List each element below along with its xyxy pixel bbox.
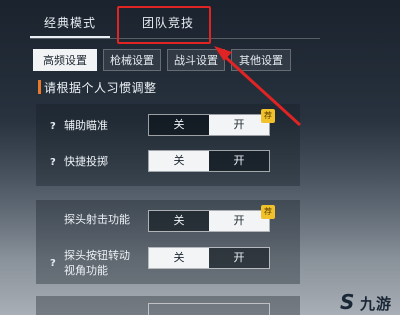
help-icon[interactable]: ? [50, 121, 56, 132]
setting-label-peek-rotate-line2: 视角功能 [64, 264, 108, 277]
recommended-badge: 荐 [261, 205, 275, 219]
tab-high-frequency[interactable]: 高频设置 [33, 49, 97, 71]
toggle-on-option[interactable]: 开 [209, 115, 269, 135]
peek-rotate-toggle[interactable]: 关 开 [148, 247, 270, 269]
toggle-off-option[interactable]: 关 [149, 151, 209, 171]
aim-assist-toggle[interactable]: 关 开 荐 [148, 109, 275, 136]
section-accent-bar [38, 80, 41, 94]
toggle-on-option[interactable]: 开 [209, 211, 269, 231]
tab-combat-settings[interactable]: 战斗设置 [167, 49, 225, 71]
jiuyou-logo-icon: S 九游 [340, 290, 393, 314]
setting-label-aim-assist: 辅助瞄准 [64, 119, 108, 132]
help-icon[interactable]: ? [50, 157, 56, 168]
toggle-on-option[interactable]: 开 [209, 151, 269, 171]
tab-classic-mode[interactable]: 经典模式 [30, 10, 110, 36]
toggle-on-option[interactable]: 开 [209, 248, 269, 268]
setting-label-peek-rotate-line1: 探头按钮转动 [64, 249, 130, 262]
toggle-off-option[interactable]: 关 [149, 248, 209, 268]
tab-other-settings[interactable]: 其他设置 [231, 49, 291, 71]
partial-toggle[interactable] [148, 303, 270, 315]
section-title: 请根据个人习惯调整 [44, 81, 157, 95]
recommended-badge: 荐 [261, 109, 275, 123]
toggle-off-option[interactable]: 关 [149, 211, 209, 231]
setting-label-peek-shoot: 探头射击功能 [64, 213, 130, 226]
tab-weapon-settings[interactable]: 枪械设置 [103, 49, 161, 71]
peek-shoot-toggle[interactable]: 关 开 荐 [148, 205, 275, 232]
highlight-box [117, 6, 211, 44]
setting-label-quick-throw: 快捷投掷 [64, 155, 108, 168]
quick-throw-toggle[interactable]: 关 开 [148, 150, 270, 172]
help-icon[interactable]: ? [50, 258, 56, 269]
toggle-off-option[interactable]: 关 [149, 115, 209, 135]
